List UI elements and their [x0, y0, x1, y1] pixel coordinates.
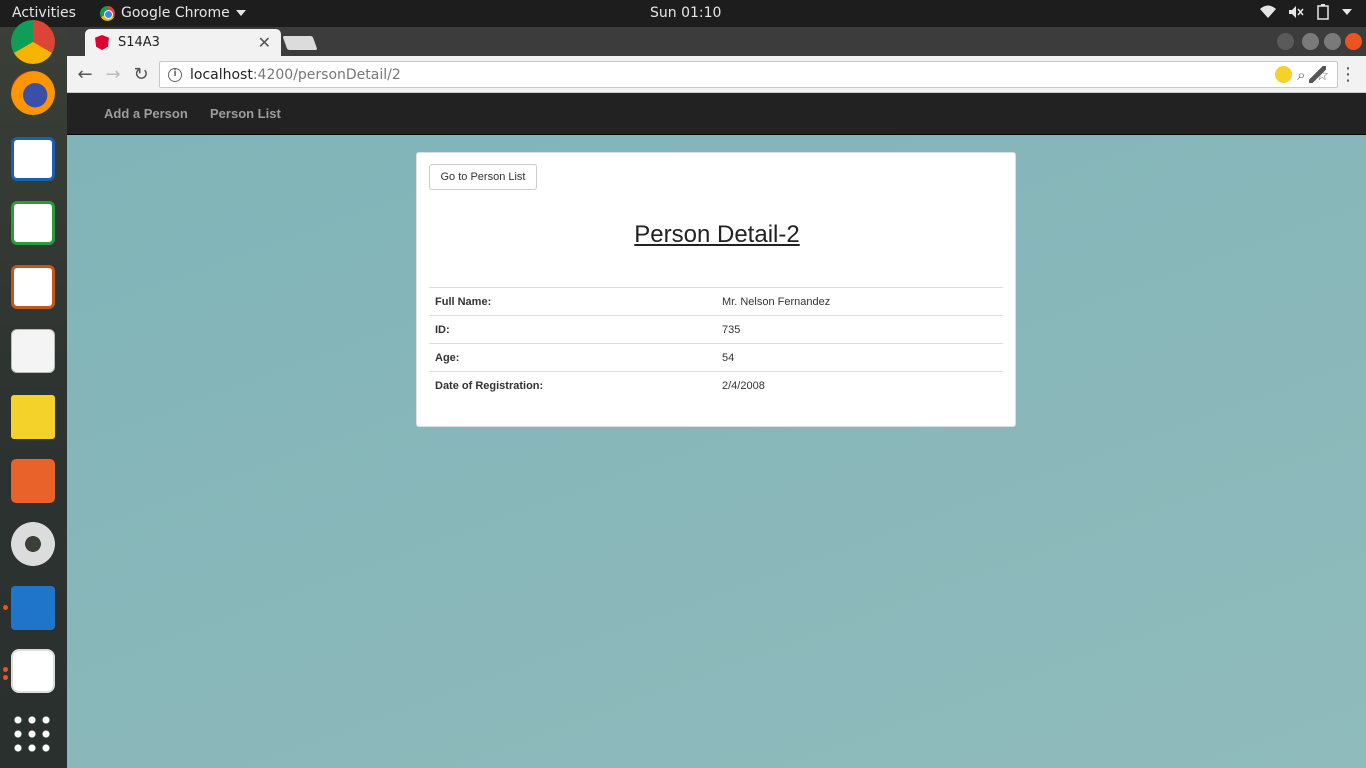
show-applications-icon[interactable] — [11, 713, 55, 757]
row-label: ID: — [429, 315, 716, 344]
row-label: Date of Registration: — [429, 371, 716, 400]
table-row: Full Name: Mr. Nelson Fernandez — [429, 287, 1003, 316]
row-value: Mr. Nelson Fernandez — [716, 287, 1003, 316]
running-indicator — [3, 667, 8, 672]
back-arrow-icon[interactable]: ← — [74, 64, 96, 86]
calc-launcher-icon[interactable] — [11, 201, 55, 245]
close-window-icon[interactable] — [1345, 33, 1362, 50]
row-label: Age: — [429, 343, 716, 372]
row-value: 735 — [716, 315, 1003, 344]
activities-button[interactable]: Activities — [12, 5, 76, 21]
web-page: Add a Person Person List Go to Person Li… — [67, 93, 1366, 768]
extension-dropper-icon[interactable] — [1309, 66, 1326, 83]
url-host: localhost — [190, 66, 253, 83]
site-info-icon[interactable]: i — [168, 67, 182, 82]
browser-tab[interactable]: S14A3 ✕ — [85, 29, 281, 56]
new-tab-button[interactable] — [282, 36, 318, 50]
running-indicator — [3, 605, 8, 610]
table-row: Age: 54 — [429, 343, 1003, 372]
volume-muted-icon — [1289, 6, 1304, 18]
chrome-icon — [100, 5, 115, 21]
angular-favicon-icon — [95, 35, 109, 50]
row-label: Full Name: — [429, 287, 716, 316]
minimize-icon[interactable] — [1302, 33, 1319, 50]
chrome-launcher-icon[interactable] — [11, 20, 55, 64]
kebab-menu-icon[interactable]: ⋮ — [1337, 64, 1359, 86]
launcher-dock — [0, 20, 67, 768]
url-path: :4200/personDetail/2 — [252, 66, 401, 83]
person-detail-card: Go to Person List Person Detail-2 Full N… — [416, 152, 1016, 427]
impress-launcher-icon[interactable] — [11, 265, 55, 309]
reload-icon[interactable]: ↻ — [130, 64, 152, 86]
profile-icon[interactable] — [1277, 33, 1294, 50]
battery-icon — [1317, 4, 1329, 20]
table-row: Date of Registration: 2/4/2008 — [429, 371, 1003, 400]
software-launcher-icon[interactable] — [11, 459, 55, 503]
address-bar[interactable]: i localhost :4200/personDetail/2 ⌕ ☆ — [159, 61, 1338, 88]
row-value: 2/4/2008 — [716, 371, 1003, 400]
browser-toolbar: ← → ↻ i localhost :4200/personDetail/2 ⌕… — [67, 56, 1366, 93]
browser-window: S14A3 ✕ ← → ↻ i localhost :4200/personDe… — [67, 27, 1366, 768]
document-viewer-launcher-icon[interactable] — [11, 649, 55, 693]
page-title: Person Detail-2 — [634, 221, 800, 248]
maximize-icon[interactable] — [1324, 33, 1341, 50]
tab-strip: S14A3 ✕ — [67, 27, 1366, 56]
system-top-bar: Activities Google Chrome Sun 01:10 — [0, 0, 1366, 27]
running-indicator — [3, 675, 8, 680]
row-value: 54 — [716, 343, 1003, 372]
nav-person-list[interactable]: Person List — [210, 106, 281, 121]
site-navbar: Add a Person Person List — [67, 93, 1366, 135]
tab-title: S14A3 — [118, 35, 160, 50]
system-tray[interactable] — [1260, 4, 1352, 20]
close-tab-icon[interactable]: ✕ — [258, 33, 271, 52]
app-menu-label: Google Chrome — [121, 5, 230, 21]
go-to-person-list-button[interactable]: Go to Person List — [429, 164, 537, 190]
firefox-launcher-icon[interactable] — [11, 71, 55, 115]
notes-launcher-icon[interactable] — [11, 395, 55, 439]
chevron-down-icon — [235, 10, 246, 16]
vscode-launcher-icon[interactable] — [11, 586, 55, 630]
wifi-icon — [1260, 5, 1276, 18]
clock[interactable]: Sun 01:10 — [650, 5, 721, 21]
forward-arrow-icon[interactable]: → — [102, 64, 124, 86]
zoom-icon[interactable]: ⌕ — [1297, 66, 1305, 84]
writer-launcher-icon[interactable] — [11, 137, 55, 181]
text-editor-launcher-icon[interactable] — [11, 329, 55, 373]
app-menu[interactable]: Google Chrome — [100, 5, 246, 21]
detail-table: Full Name: Mr. Nelson Fernandez ID: 735 Age:… — [429, 287, 1003, 400]
system-menu-chevron-icon — [1342, 9, 1352, 15]
nav-add-person[interactable]: Add a Person — [104, 106, 188, 121]
table-row: ID: 735 — [429, 315, 1003, 344]
settings-launcher-icon[interactable] — [11, 522, 55, 566]
extension-moon-icon[interactable] — [1275, 66, 1292, 83]
